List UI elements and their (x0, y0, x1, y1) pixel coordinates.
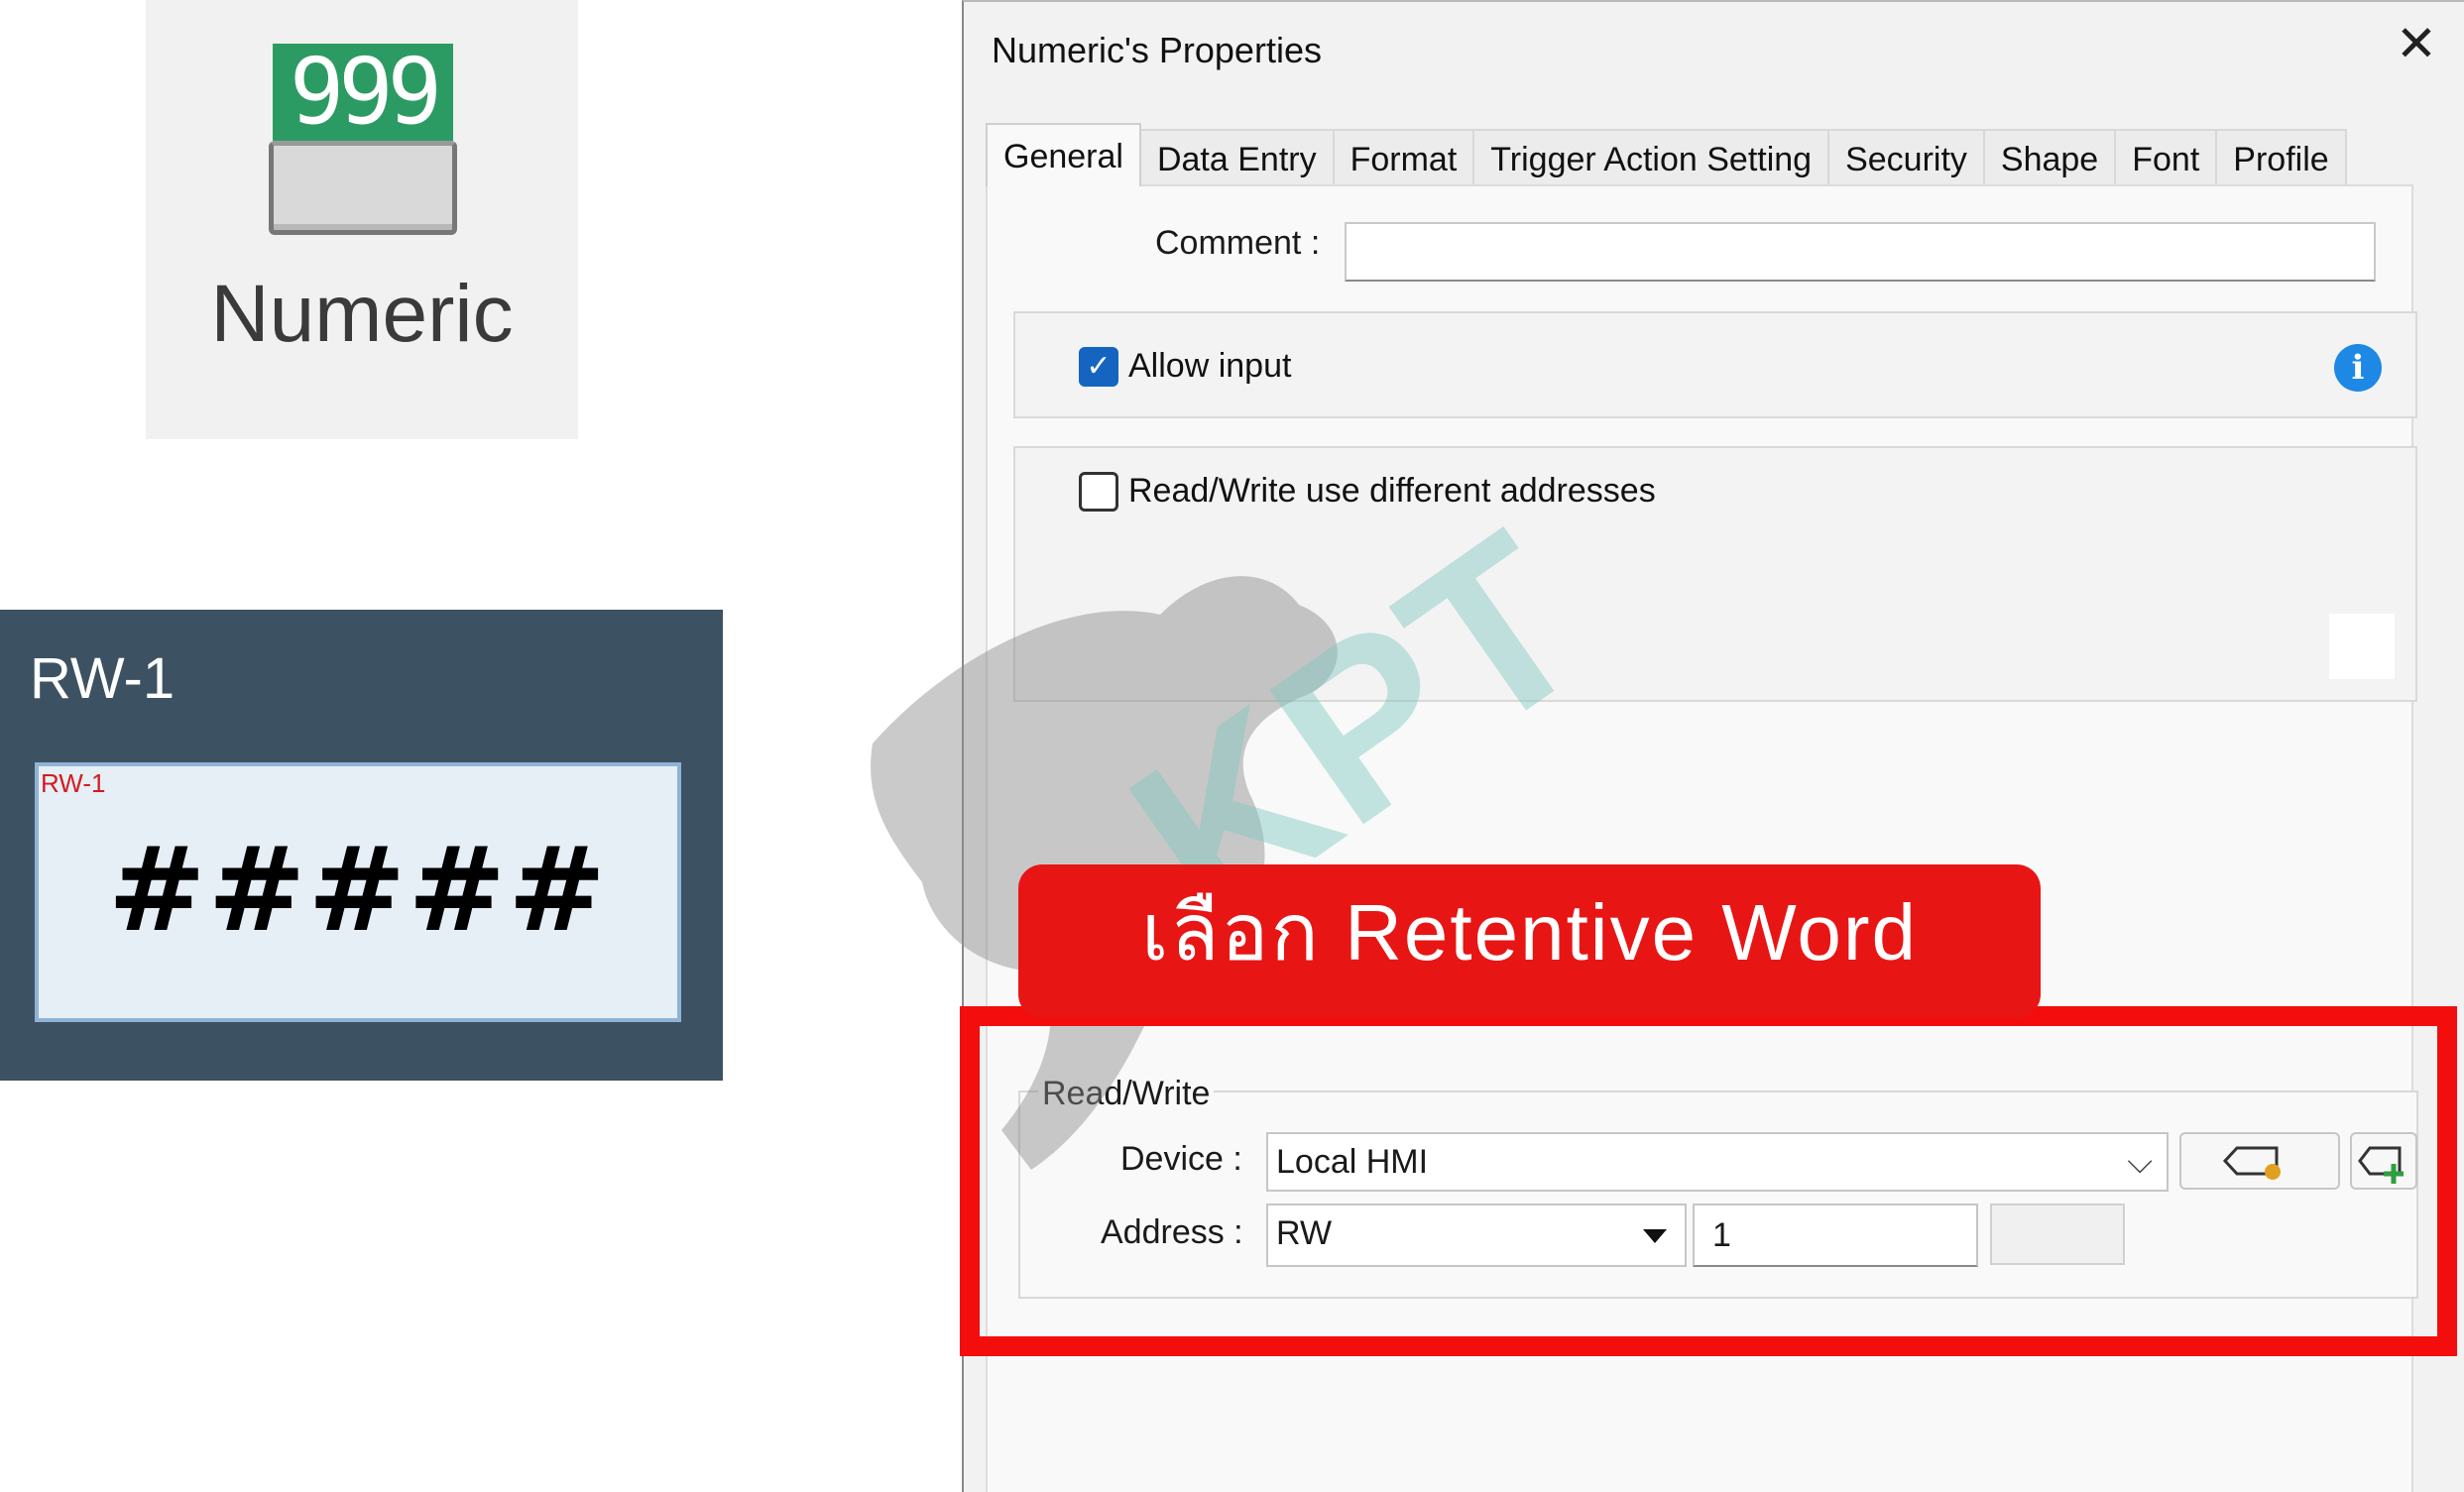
tab-security[interactable]: Security (1827, 129, 1985, 186)
rw-different-address-checkbox[interactable] (1079, 472, 1118, 512)
numeric-key-icon (269, 141, 457, 235)
read-write-highlight-box (960, 1006, 2457, 1356)
tab-bar: General Data Entry Format Trigger Action… (986, 123, 2347, 186)
blank-panel (2329, 614, 2395, 679)
comment-label: Comment : (1155, 224, 1321, 262)
allow-input-group: ✓ Allow input (1013, 311, 2417, 418)
info-icon[interactable]: i (2334, 344, 2382, 392)
tab-font[interactable]: Font (2114, 129, 2218, 186)
numeric-object[interactable]: RW-1 ##### (35, 762, 681, 1022)
allow-input-checkbox[interactable]: ✓ (1079, 347, 1118, 387)
annotation-callout: เลือก Retentive Word (1018, 864, 2041, 1018)
dialog-title: Numeric's Properties (992, 30, 1322, 70)
object-tag: RW-1 (41, 768, 106, 798)
numeric-tool-label: Numeric (210, 269, 514, 359)
tab-shape[interactable]: Shape (1982, 129, 2117, 186)
numeric-object-preview: RW-1 RW-1 ##### (0, 610, 723, 1081)
tab-profile[interactable]: Profile (2215, 129, 2347, 186)
numeric-display-icon: 999 (273, 44, 453, 141)
preview-title: RW-1 (30, 646, 176, 711)
allow-input-label: Allow input (1128, 347, 1292, 385)
close-icon[interactable]: ✕ (2393, 19, 2440, 69)
tab-general[interactable]: General (986, 123, 1141, 186)
numeric-placeholder-text: ##### (107, 821, 609, 958)
tab-format[interactable]: Format (1332, 129, 1475, 186)
rw-different-address-label: Read/Write use different addresses (1128, 472, 1656, 510)
comment-input[interactable] (1345, 222, 2376, 282)
rw-different-address-group: Read/Write use different addresses (1013, 446, 2417, 702)
tab-trigger-action-setting[interactable]: Trigger Action Setting (1472, 129, 1830, 186)
numeric-tool-button[interactable]: 999 Numeric (146, 0, 578, 439)
tab-data-entry[interactable]: Data Entry (1138, 129, 1335, 186)
